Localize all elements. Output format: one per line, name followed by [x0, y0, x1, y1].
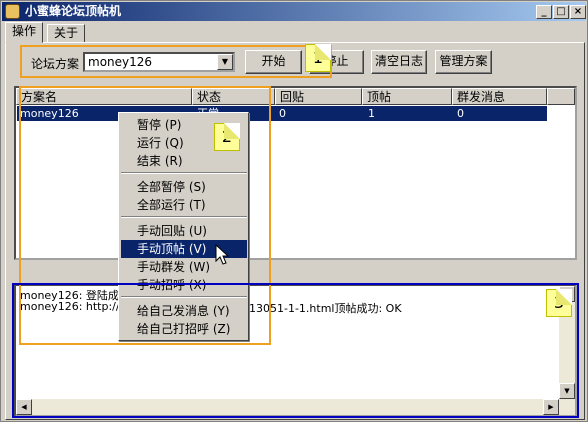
close-button[interactable]: ×: [570, 5, 586, 19]
column-header-bump[interactable]: 顶帖: [362, 88, 452, 105]
minimize-button[interactable]: _: [536, 5, 552, 19]
callout-3: 3: [546, 289, 572, 317]
manage-scheme-button[interactable]: 管理方案: [435, 50, 492, 74]
callout-1: 1: [305, 44, 331, 72]
app-window: 小蜜蜂论坛顶帖机 _ □ × 操作 关于 论坛方案 money126 ▼ 开始 …: [0, 0, 588, 422]
clear-log-button[interactable]: 清空日志: [371, 50, 427, 74]
callout-2: 2: [214, 123, 240, 151]
tab-about[interactable]: 关于: [47, 24, 86, 43]
annotation-box-1: [20, 45, 332, 78]
bee-icon: [5, 4, 20, 19]
cell-reply: 0: [279, 107, 286, 120]
maximize-button[interactable]: □: [553, 5, 569, 19]
annotation-box-3: [12, 283, 579, 418]
column-header-mass[interactable]: 群发消息: [452, 88, 547, 105]
column-header-filler: [547, 88, 575, 105]
cell-bump: 1: [368, 107, 375, 120]
column-header-reply[interactable]: 回贴: [275, 88, 362, 105]
cell-mass: 0: [457, 107, 464, 120]
title-bar[interactable]: 小蜜蜂论坛顶帖机 _ □ ×: [2, 2, 586, 21]
window-title: 小蜜蜂论坛顶帖机: [25, 4, 122, 18]
tab-operation[interactable]: 操作: [5, 22, 44, 43]
